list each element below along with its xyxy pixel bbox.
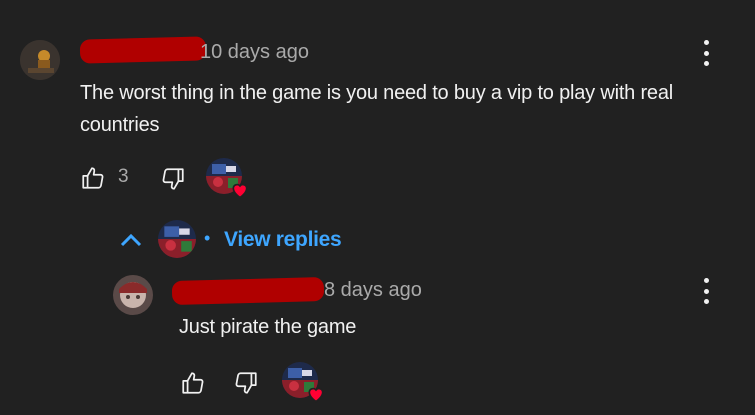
commenter-avatar[interactable] xyxy=(20,40,60,80)
reply-text: Just pirate the game xyxy=(179,316,357,338)
dislike-button[interactable] xyxy=(160,166,186,192)
replies-separator: • xyxy=(204,228,211,248)
commenter-avatar-image xyxy=(20,40,60,80)
reply-timestamp[interactable]: 8 days ago xyxy=(324,279,422,302)
replies-toggle[interactable]: • View replies xyxy=(118,220,358,260)
reply-creator-heart-badge xyxy=(282,362,324,403)
replier-preview-avatar-image xyxy=(158,220,196,258)
like-count: 3 xyxy=(118,166,129,187)
reply-like-button[interactable] xyxy=(180,370,206,396)
creator-heart-badge xyxy=(206,158,248,199)
commenter-handle[interactable]: @ xyxy=(79,36,210,64)
comment-timestamp[interactable]: 10 days ago xyxy=(200,41,309,64)
reply-dislike-button[interactable] xyxy=(233,370,259,396)
thumbs-down-icon xyxy=(162,168,184,190)
heart-icon xyxy=(308,387,324,403)
reply-more-icon[interactable] xyxy=(694,274,718,308)
thumbs-up-icon xyxy=(82,167,104,189)
replier-preview-avatar xyxy=(158,220,196,258)
thumbs-up-icon xyxy=(182,372,204,394)
comment-text: The worst thing in the game is you need … xyxy=(80,82,674,136)
comment-more-icon[interactable] xyxy=(694,36,718,70)
redacted-username xyxy=(79,36,207,64)
chevron-up-icon xyxy=(120,233,142,247)
redacted-reply-username[interactable] xyxy=(171,277,325,305)
like-button[interactable] xyxy=(80,165,106,191)
heart-icon xyxy=(232,183,248,199)
view-replies-label[interactable]: View replies xyxy=(224,228,342,252)
reply-author-avatar[interactable] xyxy=(113,275,153,315)
reply-author-avatar-image xyxy=(113,275,153,315)
thumbs-down-icon xyxy=(235,372,257,394)
